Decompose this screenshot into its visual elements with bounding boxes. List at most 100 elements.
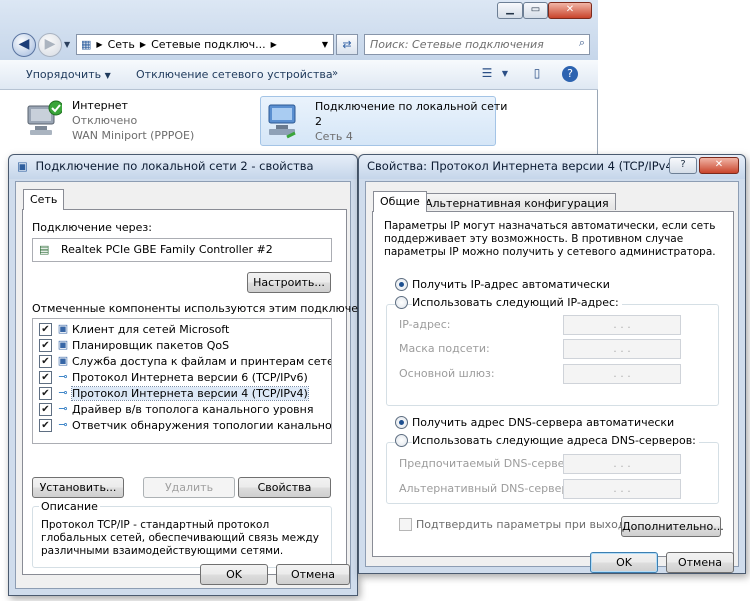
remove-button[interactable]: Удалить [143,477,235,498]
gateway-label: Основной шлюз: [399,367,495,380]
description-group: Описание Протокол TCP/IP - стандартный п… [32,500,332,568]
breadcrumb-network[interactable]: Сеть [108,38,135,51]
validate-label: Подтвердить параметры при выходе [416,518,633,531]
connection-device: WAN Miniport (PPPOE) [72,129,195,142]
breadcrumb-connections[interactable]: Сетевые подключ... [151,38,266,51]
connection-local-network-2[interactable]: Подключение по локальной сети 2 Сеть 4 [260,96,507,146]
more-commands-icon[interactable]: » [332,68,338,79]
close-button[interactable]: ✕ [699,157,739,174]
help-icon[interactable]: ? [562,66,578,82]
tab-panel: Параметры IP могут назначаться автоматич… [372,211,734,557]
preview-pane-icon[interactable]: ▯ [528,66,546,82]
manual-ip-label: Использовать следующий IP-адрес: [412,296,622,309]
tab-panel: Подключение через: ▤ Realtek PCIe GBE Fa… [22,209,391,575]
component-label: Протокол Интернета версии 4 (TCP/IPv4) [71,386,309,401]
help-button[interactable]: ? [669,157,697,174]
view-dropdown-icon[interactable]: ▼ [496,69,514,85]
breadcrumb-separator-icon: ▶ [139,40,147,49]
manual-ip-radio[interactable] [395,296,408,309]
connection-name: Подключение по локальной сети [315,100,508,113]
refresh-icon: ⇄ [342,38,352,51]
list-item[interactable]: ✔ ▣ Клиент для сетей Microsoft [39,322,329,338]
search-input[interactable]: Поиск: Сетевые подключения ⌕ [364,34,590,55]
command-toolbar: Упорядочить ▼ Отключение сетевого устрой… [0,60,598,90]
network-adapter-icon: ▤ [39,243,50,256]
component-checkbox[interactable]: ✔ [39,387,52,400]
auto-ip-label: Получить IP-адрес автоматически [412,278,610,291]
tab-general[interactable]: Общие [373,191,427,212]
alternate-dns-input[interactable]: . . . [563,479,681,499]
auto-dns-label: Получить адрес DNS-сервера автоматически [412,416,675,429]
connection-status: Отключено [72,114,138,127]
network-client-icon: ▣ [57,322,69,335]
description-text: Протокол TCP/IP - стандартный протокол г… [41,519,319,557]
breadcrumb-separator-icon: ▶ [270,40,277,49]
close-button[interactable]: ✕ [548,2,592,19]
list-item-selected[interactable]: ✔ ⊸ Протокол Интернета версии 4 (TCP/IPv… [39,386,329,402]
subnet-mask-input[interactable]: . . . [563,339,681,359]
validate-checkbox[interactable] [399,518,412,531]
list-item[interactable]: ✔ ▣ Служба доступа к файлам и принтерам … [39,354,331,370]
dialog-body: Общие Альтернативная конфигурация Параме… [365,181,739,573]
minimize-button[interactable]: ▁ [497,2,523,19]
connection-properties-dialog: ▣ Подключение по локальной сети 2 - свой… [8,154,391,596]
maximize-button[interactable]: ▭ [523,2,548,19]
cancel-button[interactable]: Отмена [276,564,350,585]
preferred-dns-input[interactable]: . . . [563,454,681,474]
gateway-input[interactable]: . . . [563,364,681,384]
list-item[interactable]: ✔ ⊸ Драйвер в/в тополога канального уров… [39,402,329,418]
advanced-button[interactable]: Дополнительно... [621,516,724,537]
protocol-icon: ⊸ [58,386,68,399]
organize-label: Упорядочить [26,68,102,81]
intro-text: Параметры IP могут назначаться автоматич… [384,220,716,258]
dialog-title: Свойства: Протокол Интернета версии 4 (T… [367,159,678,173]
connection-internet[interactable]: Интернет Отключено WAN Miniport (PPPOE) [26,96,226,146]
subnet-mask-label: Маска подсети: [399,342,490,355]
tab-alternate-config[interactable]: Альтернативная конфигурация [418,193,616,210]
cancel-button[interactable]: Отмена [666,552,734,573]
component-checkbox[interactable]: ✔ [39,355,52,368]
manual-dns-radio[interactable] [395,434,408,447]
history-dropdown-icon[interactable]: ▼ [64,40,70,49]
help-icon: ? [680,159,686,170]
component-label: Протокол Интернета версии 6 (TCP/IPv6) [72,371,308,384]
back-button[interactable]: ◀ [12,33,36,57]
computer-network-icon [268,104,296,139]
list-item[interactable]: ✔ ⊸ Ответчик обнаружения топологии канал… [39,418,331,434]
search-icon[interactable]: ⌕ [579,36,585,50]
configure-button[interactable]: Настроить... [247,272,331,293]
preferred-dns-label: Предпочитаемый DNS-сервер: [399,457,576,470]
network-connection-icon: ▣ [17,159,28,173]
install-button[interactable]: Установить... [32,477,124,498]
auto-dns-radio[interactable] [395,416,408,429]
organize-menu[interactable]: Упорядочить ▼ [26,68,111,81]
ok-button[interactable]: OK [200,564,268,585]
properties-button[interactable]: Свойства [238,477,331,498]
list-item[interactable]: ✔ ⊸ Протокол Интернета версии 6 (TCP/IPv… [39,370,329,386]
component-checkbox[interactable]: ✔ [39,339,52,352]
tab-network[interactable]: Сеть [23,189,65,210]
breadcrumb-separator-icon: ▶ [96,40,103,49]
component-label: Клиент для сетей Microsoft [72,323,230,336]
refresh-button[interactable]: ⇄ [336,34,358,55]
list-item[interactable]: ✔ ▣ Планировщик пакетов QoS [39,338,329,354]
dialog-title-bar: Свойства: Протокол Интернета версии 4 (T… [359,155,745,179]
dialog-title: Подключение по локальной сети 2 - свойст… [35,159,314,173]
component-checkbox[interactable]: ✔ [39,323,52,336]
disconnect-device-button[interactable]: Отключение сетевого устройства [136,68,333,81]
window-chrome: ▁ ▭ ✕ ◀ ▶ ▼ ▦ ▶ Сеть ▶ Сетевые подключ..… [0,0,598,60]
address-bar[interactable]: ▦ ▶ Сеть ▶ Сетевые подключ... ▶ ▼ [76,34,334,55]
component-label: Служба доступа к файлам и принтерам сете… [72,355,331,368]
component-checkbox[interactable]: ✔ [39,419,52,432]
forward-button[interactable]: ▶ [38,33,62,57]
components-list[interactable]: ✔ ▣ Клиент для сетей Microsoft ✔ ▣ Плани… [32,318,332,444]
component-checkbox[interactable]: ✔ [39,371,52,384]
auto-ip-radio[interactable] [395,278,408,291]
view-options-icon[interactable]: ☰ [478,66,496,82]
ip-address-input[interactable]: . . . [563,315,681,335]
address-dropdown-icon[interactable]: ▼ [322,40,328,49]
component-checkbox[interactable]: ✔ [39,403,52,416]
search-placeholder: Поиск: Сетевые подключения [370,38,544,51]
ok-button[interactable]: OK [590,552,658,573]
network-connections-window: ▁ ▭ ✕ ◀ ▶ ▼ ▦ ▶ Сеть ▶ Сетевые подключ..… [0,0,598,160]
